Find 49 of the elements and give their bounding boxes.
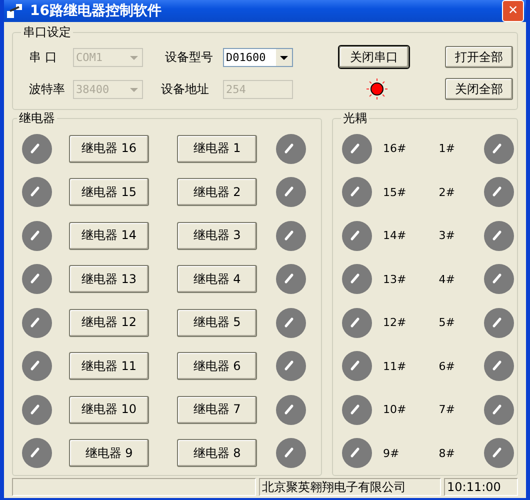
status-time: 10:11:00 bbox=[444, 478, 518, 496]
relay-button[interactable]: 继电器 15 bbox=[69, 178, 149, 206]
input-label: 3# bbox=[438, 229, 456, 242]
window-title: 16路继电器控制软件 bbox=[30, 2, 162, 20]
relay-button[interactable]: 继电器 9 bbox=[69, 439, 149, 468]
relay-button[interactable]: 继电器 11 bbox=[69, 352, 149, 380]
input-label: 1# bbox=[438, 142, 456, 156]
input-label: 16# bbox=[382, 142, 408, 156]
relay-button[interactable]: 继电器 4 bbox=[177, 265, 257, 294]
group-title: 继电器 bbox=[18, 110, 56, 127]
input-label: 9# bbox=[382, 446, 400, 460]
input-label: 14# bbox=[382, 229, 408, 242]
address-label: 设备地址 bbox=[160, 80, 210, 98]
baud-label: 波特率 bbox=[29, 80, 66, 98]
input-label: 10# bbox=[382, 403, 408, 416]
relay-button[interactable]: 继电器 13 bbox=[69, 265, 149, 294]
model-label: 设备型号 bbox=[164, 48, 214, 66]
input-label: 12# bbox=[382, 316, 408, 330]
relay-button[interactable]: 继电器 5 bbox=[177, 308, 257, 337]
dropdown-field[interactable]: D01600 bbox=[223, 48, 293, 66]
input-label: 4# bbox=[438, 272, 456, 286]
open-all-button[interactable]: 打开全部 bbox=[445, 46, 513, 68]
company-name: 北京聚英翱翔电子有限公司 bbox=[259, 478, 441, 496]
input-label: 2# bbox=[438, 186, 456, 199]
relay-button[interactable]: 继电器 3 bbox=[177, 222, 257, 250]
input-label: 5# bbox=[438, 316, 456, 330]
relay-button[interactable]: 继电器 8 bbox=[177, 439, 257, 468]
caret-icon bbox=[276, 48, 292, 66]
group-title: 光耦 bbox=[342, 110, 368, 127]
app-icon bbox=[6, 2, 24, 20]
close-all-button[interactable]: 关闭全部 bbox=[445, 78, 513, 100]
input-label: 8# bbox=[438, 446, 456, 460]
relay-button[interactable]: 继电器 6 bbox=[177, 352, 257, 380]
relay-button[interactable]: 继电器 2 bbox=[177, 178, 257, 206]
input-label: 15# bbox=[382, 186, 408, 199]
input-label: 11# bbox=[382, 360, 408, 373]
input-label: 7# bbox=[438, 403, 456, 416]
relay-button[interactable]: 继电器 7 bbox=[177, 396, 257, 424]
relay-button[interactable]: 继电器 10 bbox=[69, 396, 149, 424]
relay-button[interactable]: 继电器 12 bbox=[69, 308, 149, 337]
group-title: 串口设定 bbox=[22, 24, 72, 41]
input-label: 6# bbox=[438, 360, 456, 373]
relay-button[interactable]: 继电器 14 bbox=[69, 222, 149, 250]
toggle-port-button[interactable]: 关闭串口 bbox=[339, 46, 409, 68]
input-label: 13# bbox=[382, 272, 408, 286]
close-button[interactable]: × bbox=[502, 0, 524, 22]
port-label: 串 口 bbox=[29, 48, 58, 66]
relay-button[interactable]: 继电器 16 bbox=[69, 134, 149, 163]
relay-button[interactable]: 继电器 1 bbox=[177, 134, 257, 163]
